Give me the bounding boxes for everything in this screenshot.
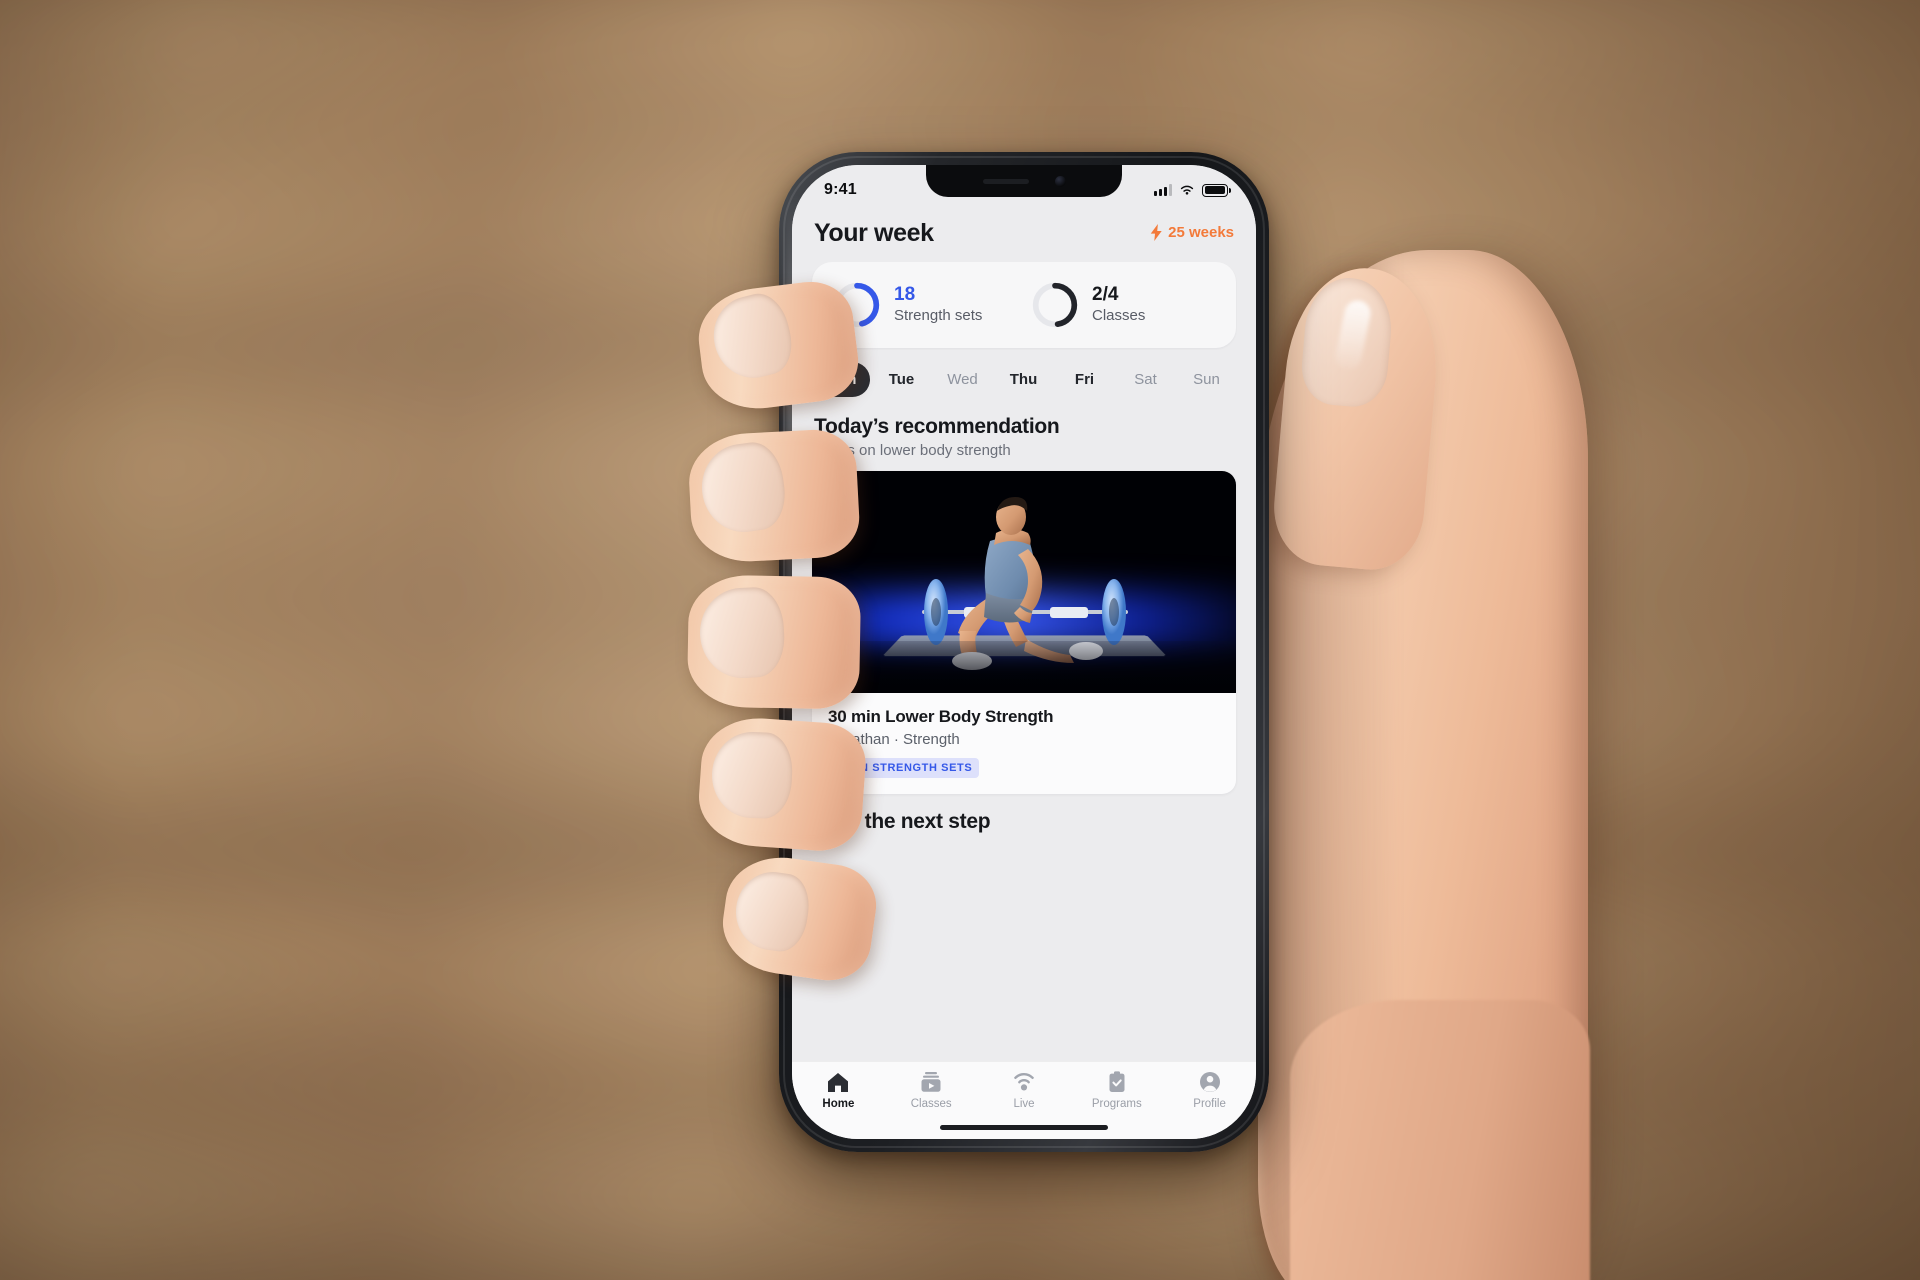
wifi-icon	[1180, 185, 1194, 195]
status-time: 9:41	[824, 181, 857, 198]
live-broadcast-icon	[1014, 1073, 1034, 1091]
tab-label: Live	[1013, 1098, 1035, 1110]
front-camera	[1054, 175, 1066, 187]
display-notch	[926, 165, 1122, 197]
tab-profile[interactable]: Profile	[1163, 1071, 1256, 1110]
tab-live[interactable]: Live	[978, 1071, 1071, 1110]
clipboard-check-icon	[1109, 1071, 1125, 1092]
status-icons	[1154, 183, 1231, 197]
cellular-signal-icon	[1154, 184, 1172, 196]
tab-programs[interactable]: Programs	[1070, 1071, 1163, 1110]
tab-classes[interactable]: Classes	[885, 1071, 978, 1110]
tab-label: Profile	[1193, 1098, 1226, 1110]
tab-home[interactable]: Home	[792, 1071, 885, 1110]
tab-label: Classes	[910, 1098, 952, 1110]
person-circle-icon	[1199, 1072, 1220, 1092]
classes-stack-icon	[921, 1072, 941, 1092]
earpiece-speaker	[982, 178, 1029, 184]
home-indicator[interactable]	[940, 1125, 1108, 1130]
scene: 9:41 Your week 25 weeks 18 Strength sets…	[0, 0, 1920, 1280]
battery-full-icon	[1202, 183, 1231, 197]
home-icon	[828, 1073, 849, 1092]
tab-label: Home	[822, 1098, 855, 1110]
tab-label: Programs	[1091, 1098, 1142, 1110]
